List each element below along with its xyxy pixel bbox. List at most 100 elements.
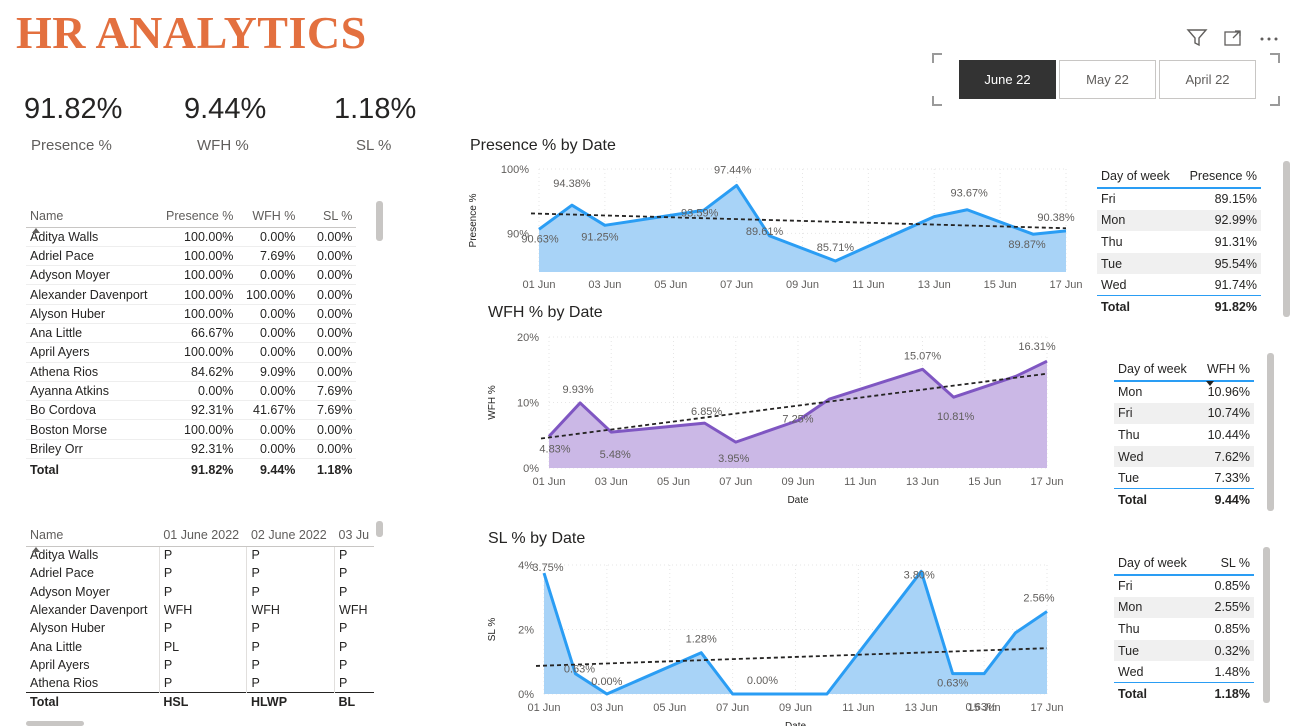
attendance-code-cell: P (339, 621, 348, 636)
dow-row[interactable]: Mon 2.55% (1114, 596, 1254, 619)
matrix-header-date[interactable]: 02 June 2022 (246, 520, 335, 547)
focus-mode-icon[interactable] (1222, 28, 1244, 48)
matrix-horizontal-scrollbar[interactable] (26, 721, 84, 726)
dow-header-sl[interactable]: SL % (1198, 547, 1254, 576)
dow-sl-scrollbar[interactable] (1263, 547, 1270, 703)
column-header-wfh[interactable]: WFH % (237, 201, 300, 228)
attendance-code-cell: HLWP (246, 691, 335, 711)
table-row[interactable]: Ayanna Atkins 0.00% 0.00% 7.69% (26, 381, 357, 402)
day-cell: Fri (1118, 579, 1133, 594)
sort-ascending-icon (32, 227, 40, 233)
dow-presence-scrollbar[interactable] (1283, 161, 1290, 317)
attendance-matrix: Name 01 June 2022 02 June 2022 03 Ju Adi… (26, 520, 374, 720)
table-row[interactable]: Aditya Walls 100.00% 0.00% 0.00% (26, 227, 357, 247)
dow-row[interactable]: Tue 0.32% (1114, 639, 1254, 662)
visual-header-icons (1186, 28, 1280, 48)
table-row[interactable]: Ana Little 66.67% 0.00% 0.00% (26, 323, 357, 344)
metric-cell: 0.00% (237, 439, 300, 460)
data-label: 0.00% (591, 676, 622, 688)
dow-row[interactable]: Tue 95.54% (1097, 252, 1261, 275)
dow-wfh-scrollbar[interactable] (1267, 353, 1274, 511)
table-row[interactable]: Alexander Davenport 100.00% 100.00% 0.00% (26, 284, 357, 305)
x-tick-label: 05 Jun (657, 476, 690, 488)
dow-row[interactable]: Mon 10.96% (1114, 381, 1254, 403)
matrix-row[interactable]: Alyson Huber P P P (26, 619, 374, 638)
dow-row[interactable]: Wed 91.74% (1097, 274, 1261, 296)
x-tick-label: 07 Jun (716, 702, 749, 714)
slicer-option-april-22[interactable]: April 22 (1159, 60, 1256, 99)
dow-header-presence[interactable]: Presence % (1181, 160, 1261, 189)
attendance-code-cell: P (339, 584, 348, 599)
dow-total-row[interactable]: Total 91.82% (1097, 295, 1261, 318)
x-tick-label: 11 Jun (852, 279, 884, 291)
table-total-row[interactable]: Total 91.82% 9.44% 1.18% (26, 458, 357, 481)
kpi-presence-value: 91.82% (24, 93, 123, 125)
dow-total-row[interactable]: Total 9.44% (1114, 488, 1254, 511)
matrix-header-date[interactable]: 01 June 2022 (159, 520, 247, 547)
dow-row[interactable]: Thu 0.85% (1114, 618, 1254, 640)
dow-row[interactable]: Fri 0.85% (1114, 575, 1254, 597)
dow-row[interactable]: Thu 91.31% (1097, 231, 1261, 253)
matrix-row[interactable]: April Ayers P P P (26, 655, 374, 675)
filter-icon[interactable] (1186, 28, 1208, 48)
column-header-name[interactable]: Name (26, 201, 162, 233)
data-label: 9.93% (563, 384, 594, 396)
matrix-row[interactable]: Athena Rios P P P (26, 674, 374, 693)
dow-header-day[interactable]: Day of week (1114, 547, 1198, 576)
dow-total-row[interactable]: Total 1.18% (1114, 682, 1254, 705)
dow-row[interactable]: Mon 92.99% (1097, 209, 1261, 232)
attendance-code-cell: PL (159, 637, 248, 656)
matrix-header-name[interactable]: Name (26, 520, 160, 552)
x-tick-label: 15 Jun (968, 476, 1001, 488)
employee-name-cell: Alexander Davenport (26, 284, 162, 305)
day-cell: Mon (1118, 385, 1143, 400)
column-header-presence[interactable]: Presence % (162, 201, 238, 228)
dow-row[interactable]: Thu 10.44% (1114, 424, 1254, 446)
slicer-option-june-22[interactable]: June 22 (959, 60, 1056, 99)
slicer-option-may-22[interactable]: May 22 (1059, 60, 1156, 99)
x-tick-label: 15 Jun (984, 279, 1017, 291)
x-tick-label: 17 Jun (1030, 702, 1063, 714)
matrix-row[interactable]: Adyson Moyer P P P (26, 582, 374, 601)
dow-header-wfh[interactable]: WFH % (1198, 353, 1254, 386)
table-row[interactable]: Bo Cordova 92.31% 41.67% 7.69% (26, 400, 357, 421)
table-row[interactable]: Briley Orr 92.31% 0.00% 0.00% (26, 439, 357, 460)
attendance-code-cell: P (339, 639, 348, 654)
dow-header-day[interactable]: Day of week (1114, 353, 1198, 382)
matrix-header-date[interactable]: 03 Ju (334, 520, 374, 547)
dow-row[interactable]: Wed 7.62% (1114, 445, 1254, 468)
data-label: 0.63% (966, 702, 997, 714)
table-row[interactable]: April Ayers 100.00% 0.00% 0.00% (26, 342, 357, 363)
matrix-total-row[interactable]: Total HSL HLWP BL (26, 691, 374, 711)
matrix-row[interactable]: Ana Little PL P P (26, 637, 374, 656)
table-row[interactable]: Adyson Moyer 100.00% 0.00% 0.00% (26, 265, 357, 286)
matrix-row[interactable]: Alexander Davenport WFH WFH WFH (26, 600, 374, 620)
y-tick-label: 0% (518, 689, 534, 701)
table-row[interactable]: Adriel Pace 100.00% 7.69% 0.00% (26, 246, 357, 267)
dow-row[interactable]: Tue 7.33% (1114, 467, 1254, 489)
dow-row[interactable]: Wed 1.48% (1114, 661, 1254, 683)
dow-header-day[interactable]: Day of week (1097, 160, 1181, 189)
matrix-row[interactable]: Adriel Pace P P P (26, 564, 374, 583)
metric-cell: 92.31% (162, 439, 238, 460)
dow-row[interactable]: Fri 10.74% (1114, 402, 1254, 425)
employee-table-scrollbar[interactable] (376, 201, 383, 241)
table-row[interactable]: Alyson Huber 100.00% 0.00% 0.00% (26, 304, 357, 324)
table-row[interactable]: Boston Morse 100.00% 0.00% 0.00% (26, 419, 357, 440)
matrix-row[interactable]: Aditya Walls P P P (26, 546, 374, 565)
data-label: 10.81% (937, 411, 975, 423)
wfh-by-date-chart: 20% 10% 0%01 Jun 03 Jun 05 Jun 07 Jun 09 Jun 11… (487, 332, 1064, 506)
metric-cell: 0.00% (299, 246, 357, 267)
dow-row[interactable]: Fri 89.15% (1097, 188, 1261, 210)
table-row[interactable]: Athena Rios 84.62% 9.09% 0.00% (26, 362, 357, 382)
metric-cell: 0.00% (237, 227, 300, 247)
x-tick-label: 07 Jun (719, 476, 752, 488)
more-options-icon[interactable] (1258, 28, 1280, 48)
metric-cell: 100.00% (162, 419, 238, 440)
metric-cell: 0.00% (237, 342, 300, 363)
matrix-vertical-scrollbar[interactable] (376, 521, 383, 537)
metric-cell: 7.69% (237, 246, 300, 267)
column-header-sl[interactable]: SL % (299, 201, 357, 228)
data-label: 90.63% (521, 233, 559, 245)
attendance-code-cell: P (246, 637, 336, 656)
